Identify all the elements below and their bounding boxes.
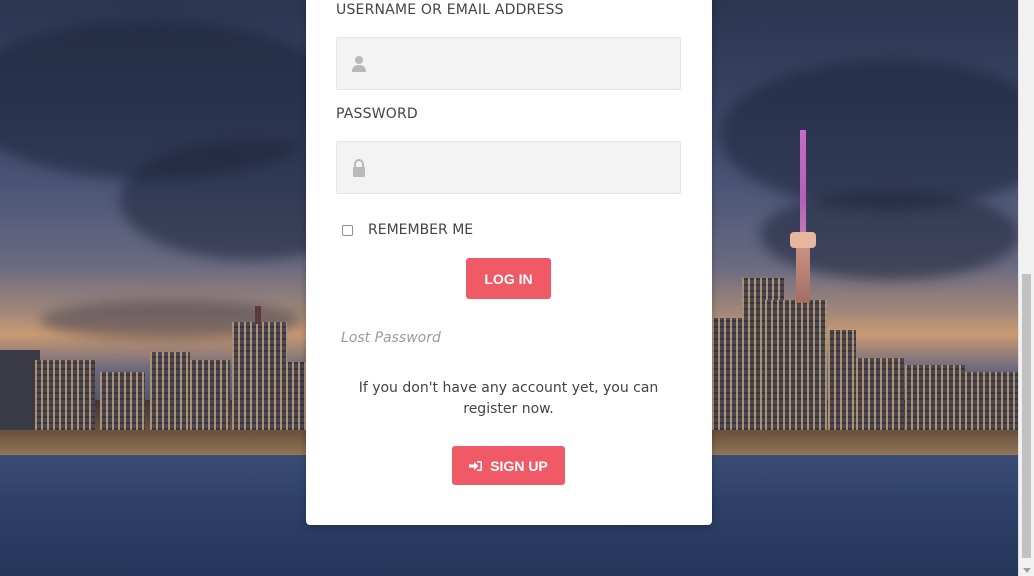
remember-me-label[interactable]: REMEMBER ME bbox=[368, 222, 473, 238]
username-input[interactable] bbox=[377, 38, 672, 89]
username-label: USERNAME OR EMAIL ADDRESS bbox=[336, 2, 564, 18]
register-prompt-text: If you don't have any account yet, you c… bbox=[358, 380, 659, 417]
password-label: PASSWORD bbox=[336, 106, 418, 122]
login-card: USERNAME OR EMAIL ADDRESS PASSWORD REMEM… bbox=[306, 0, 712, 525]
password-input[interactable] bbox=[377, 142, 672, 193]
page-viewport: USERNAME OR EMAIL ADDRESS PASSWORD REMEM… bbox=[0, 0, 1034, 576]
remember-me-checkbox[interactable] bbox=[342, 224, 353, 236]
user-icon bbox=[352, 56, 366, 72]
lost-password-link[interactable]: Lost Password bbox=[341, 330, 441, 346]
signup-button-label: SIGN UP bbox=[490, 457, 548, 474]
password-field-wrapper[interactable] bbox=[336, 141, 681, 194]
scrollbar-thumb[interactable] bbox=[1022, 274, 1031, 558]
lock-icon bbox=[353, 159, 365, 177]
remember-me-row[interactable]: REMEMBER ME bbox=[342, 222, 473, 238]
signup-button[interactable]: SIGN UP bbox=[452, 446, 565, 485]
sign-in-icon bbox=[469, 460, 483, 471]
login-button[interactable]: LOG IN bbox=[466, 258, 551, 299]
username-field-wrapper[interactable] bbox=[336, 37, 681, 90]
scroll-down-arrow-icon[interactable] bbox=[1023, 568, 1031, 573]
vertical-scrollbar[interactable] bbox=[1018, 0, 1034, 576]
